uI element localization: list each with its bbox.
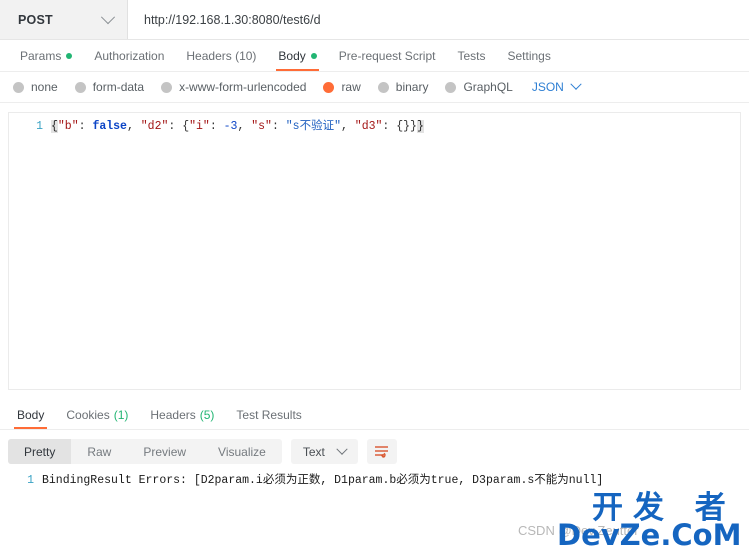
editor-line-number: 1 — [36, 120, 43, 133]
radio-icon — [74, 81, 86, 93]
tab-headers-label: Headers (10) — [186, 49, 257, 63]
code-token: , — [126, 120, 141, 133]
chevron-down-icon — [570, 78, 582, 90]
request-url-bar: POST http://192.168.1.30:8080/test6/d — [0, 0, 749, 40]
tab-pre-request-script[interactable]: Pre-request Script — [328, 41, 447, 71]
request-tab-bar: Params Authorization Headers (10) Body P… — [0, 40, 749, 72]
body-type-row: none form-data x-www-form-urlencoded raw… — [0, 72, 749, 103]
response-tab-bar: Body Cookies (1) Headers (5) Test Result… — [0, 399, 749, 430]
watermark-csdn: CSDN @Dev.Zeutter — [518, 523, 639, 538]
code-token: } — [410, 120, 417, 133]
response-toolbar: Pretty Raw Preview Visualize Text — [0, 430, 749, 464]
body-type-raw[interactable]: raw — [323, 80, 361, 94]
tab-tests-label: Tests — [457, 49, 486, 63]
code-token: { — [51, 120, 58, 133]
code-token: false — [92, 120, 127, 133]
code-token: , — [237, 120, 252, 133]
tab-body[interactable]: Body — [267, 41, 327, 71]
code-token: "s不验证" — [285, 120, 341, 133]
url-input[interactable]: http://192.168.1.30:8080/test6/d — [128, 0, 749, 39]
response-tab-cookies-label: Cookies — [66, 407, 110, 422]
body-type-form-data-label: form-data — [92, 80, 145, 94]
tab-settings[interactable]: Settings — [497, 41, 562, 71]
code-token: {} — [396, 120, 411, 133]
response-view-mode-group: Pretty Raw Preview Visualize — [8, 439, 282, 464]
tab-authorization-label: Authorization — [94, 49, 165, 63]
response-tab-headers-label: Headers — [150, 407, 196, 422]
code-token: "d3" — [354, 120, 383, 133]
status-dot-icon — [66, 53, 73, 59]
code-token: : — [209, 120, 224, 133]
response-format-label: Text — [302, 444, 325, 459]
response-body-text: BindingResult Errors: [D2param.i必须为正数, D… — [42, 474, 604, 487]
raw-format-dropdown[interactable]: JSON — [531, 78, 582, 94]
radio-icon — [445, 81, 457, 93]
body-type-form-data[interactable]: form-data — [74, 80, 145, 94]
body-type-none-label: none — [31, 80, 58, 94]
body-type-urlencoded[interactable]: x-www-form-urlencoded — [161, 80, 306, 94]
body-type-binary[interactable]: binary — [377, 80, 429, 94]
response-tab-test-results-label: Test Results — [236, 407, 302, 422]
editor-code-content[interactable]: {"b": false, "d2": {"i": -3, "s": "s不验证"… — [51, 118, 424, 135]
response-tab-body-label: Body — [17, 407, 45, 422]
view-mode-raw[interactable]: Raw — [71, 439, 127, 464]
tab-tests[interactable]: Tests — [446, 41, 496, 71]
response-tab-body[interactable]: Body — [6, 400, 55, 429]
chevron-down-icon — [336, 443, 348, 455]
response-tab-test-results[interactable]: Test Results — [225, 400, 312, 429]
tab-authorization[interactable]: Authorization — [83, 41, 175, 71]
response-tab-cookies[interactable]: Cookies (1) — [55, 400, 139, 429]
tab-params-label: Params — [20, 49, 62, 63]
code-token: } — [416, 120, 424, 133]
body-type-graphql-label: GraphQL — [463, 80, 513, 94]
request-body-editor[interactable]: 1 {"b": false, "d2": {"i": -3, "s": "s不验… — [8, 112, 741, 390]
raw-format-label: JSON — [531, 80, 564, 94]
body-type-none[interactable]: none — [13, 80, 58, 94]
code-token: "s" — [251, 120, 272, 133]
response-tab-cookies-count: (1) — [113, 407, 129, 422]
code-token: : — [271, 120, 286, 133]
body-type-binary-label: binary — [395, 80, 429, 94]
code-token: : — [78, 120, 93, 133]
body-type-graphql[interactable]: GraphQL — [445, 80, 513, 94]
response-tab-headers-count: (5) — [199, 407, 215, 422]
wrap-lines-button[interactable] — [366, 439, 397, 464]
tab-settings-label: Settings — [507, 49, 551, 63]
code-token: : — [382, 120, 397, 133]
tab-headers[interactable]: Headers (10) — [175, 41, 267, 71]
status-dot-icon — [310, 53, 317, 59]
code-token: "i" — [189, 120, 210, 133]
response-body-viewer: 1 BindingResult Errors: [D2param.i必须为正数,… — [0, 464, 749, 489]
view-mode-preview[interactable]: Preview — [127, 439, 202, 464]
code-token: : — [168, 120, 183, 133]
response-tab-headers[interactable]: Headers (5) — [139, 400, 225, 429]
body-type-raw-label: raw — [341, 80, 361, 94]
radio-icon — [13, 81, 24, 93]
editor-line: 1 {"b": false, "d2": {"i": -3, "s": "s不验… — [9, 113, 740, 135]
code-token: -3 — [223, 120, 238, 133]
radio-icon — [161, 81, 173, 93]
watermark-devze: DevZe.CoM — [557, 518, 742, 552]
view-mode-pretty[interactable]: Pretty — [8, 439, 72, 464]
wrap-lines-icon — [375, 446, 389, 458]
code-token: "d2" — [140, 120, 169, 133]
body-type-urlencoded-label: x-www-form-urlencoded — [179, 80, 307, 94]
http-method-dropdown[interactable]: POST — [0, 0, 128, 39]
view-mode-visualize[interactable]: Visualize — [202, 439, 282, 464]
tab-body-label: Body — [278, 49, 306, 63]
chevron-down-icon — [100, 9, 116, 24]
code-token: , — [340, 120, 355, 133]
http-method-label: POST — [18, 12, 53, 27]
radio-selected-icon — [323, 81, 335, 93]
response-line-number: 1 — [27, 474, 34, 487]
radio-icon — [377, 81, 389, 93]
code-token: "b" — [57, 120, 79, 133]
tab-params[interactable]: Params — [9, 41, 83, 71]
tab-pre-request-script-label: Pre-request Script — [338, 49, 436, 63]
response-format-dropdown[interactable]: Text — [290, 439, 358, 464]
